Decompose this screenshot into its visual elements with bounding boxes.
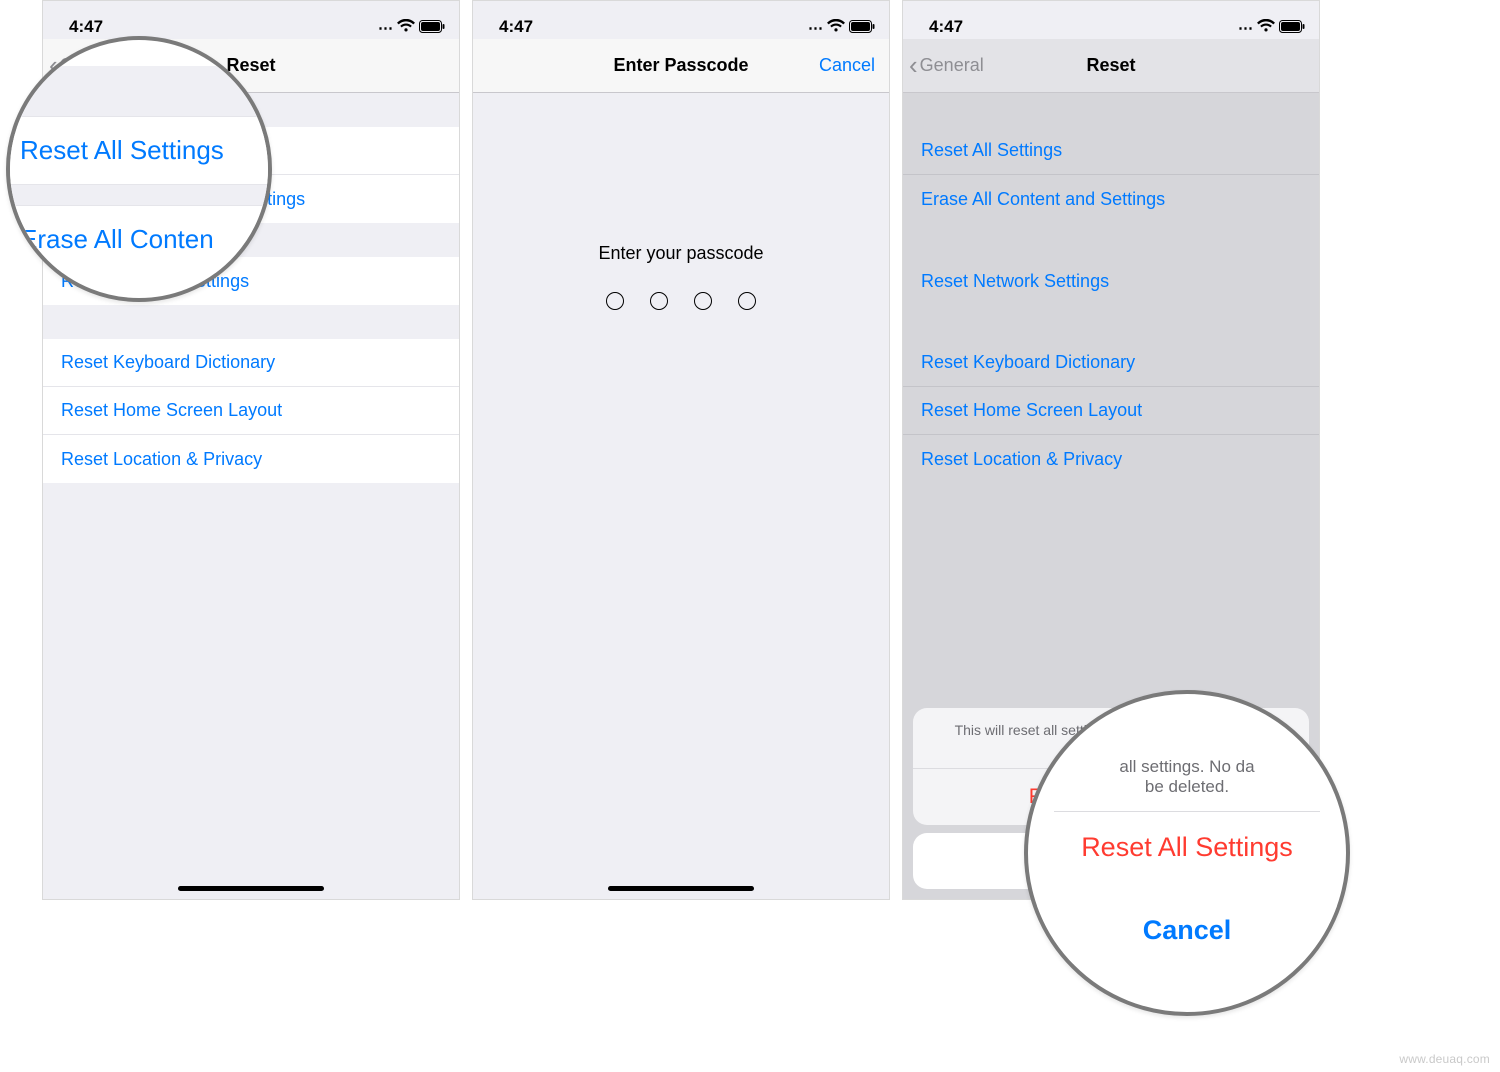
status-bar: 4:47 ⋯ xyxy=(43,1,459,39)
settings-group: Reset Keyboard Dictionary Reset Home Scr… xyxy=(43,339,459,483)
settings-group: Reset All Settings Erase All Content and… xyxy=(903,127,1319,223)
magnified-sheet-message: all settings. No da be deleted. xyxy=(1113,751,1260,811)
back-label: General xyxy=(920,55,984,76)
magnifier-overlay: Reset All Settings Erase All Conten xyxy=(6,36,272,302)
chevron-left-icon: ‹ xyxy=(909,50,918,81)
passcode-dots xyxy=(473,292,889,310)
reset-network-row[interactable]: Reset Network Settings xyxy=(903,257,1319,305)
page-title: Reset xyxy=(1086,55,1135,76)
magnified-reset-all-settings: Reset All Settings xyxy=(10,116,268,185)
cancel-button[interactable]: Cancel xyxy=(819,55,875,76)
magnified-reset-action: Reset All Settings xyxy=(1081,812,1293,889)
magnified-cancel: Cancel xyxy=(1036,897,1338,964)
wifi-icon xyxy=(397,19,415,37)
wifi-icon xyxy=(1257,19,1275,37)
page-title: Reset xyxy=(226,55,275,76)
passcode-dot xyxy=(606,292,624,310)
battery-icon xyxy=(1279,20,1305,37)
cellular-dots-icon: ⋯ xyxy=(808,19,823,37)
watermark: www.deuaq.com xyxy=(1399,1052,1490,1066)
reset-keyboard-row[interactable]: Reset Keyboard Dictionary xyxy=(43,339,459,387)
cellular-dots-icon: ⋯ xyxy=(378,19,393,37)
nav-bar: ‹ General Reset xyxy=(903,39,1319,93)
battery-icon xyxy=(849,20,875,37)
status-bar: 4:47 ⋯ xyxy=(903,1,1319,39)
magnifier-overlay: all settings. No da be deleted. Reset Al… xyxy=(1024,690,1350,1016)
settings-group: Reset Network Settings xyxy=(903,257,1319,305)
back-button[interactable]: ‹ General xyxy=(909,50,984,81)
status-time: 4:47 xyxy=(499,17,533,37)
passcode-dot xyxy=(694,292,712,310)
home-indicator[interactable] xyxy=(608,886,754,891)
battery-icon xyxy=(419,20,445,37)
content-area: Enter your passcode xyxy=(473,93,889,899)
home-indicator[interactable] xyxy=(178,886,324,891)
settings-group: Reset Keyboard Dictionary Reset Home Scr… xyxy=(903,339,1319,483)
passcode-dot xyxy=(738,292,756,310)
erase-all-content-row[interactable]: Erase All Content and Settings xyxy=(903,175,1319,223)
passcode-dot xyxy=(650,292,668,310)
screen-enter-passcode: 4:47 ⋯ Enter Passcode Cancel Enter your … xyxy=(472,0,890,900)
reset-keyboard-row[interactable]: Reset Keyboard Dictionary xyxy=(903,339,1319,387)
magnified-erase-all-content: Erase All Conten xyxy=(10,205,268,273)
reset-location-row[interactable]: Reset Location & Privacy xyxy=(903,435,1319,483)
reset-all-settings-row[interactable]: Reset All Settings xyxy=(903,127,1319,175)
page-title: Enter Passcode xyxy=(613,55,748,76)
status-bar: 4:47 ⋯ xyxy=(473,1,889,39)
status-time: 4:47 xyxy=(929,17,963,37)
cellular-dots-icon: ⋯ xyxy=(1238,19,1253,37)
nav-bar: Enter Passcode Cancel xyxy=(473,39,889,93)
reset-location-row[interactable]: Reset Location & Privacy xyxy=(43,435,459,483)
reset-homescreen-row[interactable]: Reset Home Screen Layout xyxy=(43,387,459,435)
passcode-prompt: Enter your passcode xyxy=(473,243,889,264)
wifi-icon xyxy=(827,19,845,37)
status-time: 4:47 xyxy=(69,17,103,37)
reset-homescreen-row[interactable]: Reset Home Screen Layout xyxy=(903,387,1319,435)
